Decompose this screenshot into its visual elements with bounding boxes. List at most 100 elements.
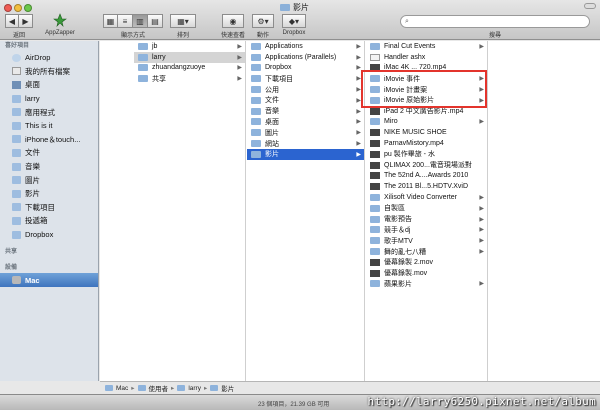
column-item[interactable]: 音樂 ▶ xyxy=(247,106,364,117)
column-item[interactable]: Handler ashx xyxy=(366,52,487,63)
column-item[interactable]: 公用 ▶ xyxy=(247,84,364,95)
column-item-label: 共享 xyxy=(152,75,166,83)
appzapper-label: AppZapper xyxy=(45,30,75,36)
path-segment[interactable]: 使用者 xyxy=(149,383,169,393)
movie-file-icon xyxy=(370,258,380,266)
sidebar-item[interactable]: 文件 xyxy=(0,146,98,160)
sidebar-item-label: 下載項目 xyxy=(25,202,55,212)
column-item[interactable]: ParnavMistory.mp4 xyxy=(366,138,487,149)
shared-header: 共享 xyxy=(5,249,18,256)
view-columns-button[interactable]: ▥ xyxy=(133,14,148,28)
column-item[interactable]: jb ▶ xyxy=(134,41,245,52)
column-item[interactable]: 圖片 ▶ xyxy=(247,127,364,138)
column-item[interactable]: 優幕錄製 2.mov xyxy=(366,257,487,268)
column-item[interactable]: 自製區 ▶ xyxy=(366,203,487,214)
column-item[interactable]: pu 製作畢旅 - 水 xyxy=(366,149,487,160)
folder-icon xyxy=(210,385,219,391)
sidebar-item-device[interactable]: Mac xyxy=(0,273,98,287)
column-item[interactable]: 蘋果影片 ▶ xyxy=(366,279,487,290)
column-item[interactable]: Dropbox ▶ xyxy=(247,63,364,74)
sidebar-item[interactable]: 影片 xyxy=(0,187,98,201)
sidebar-item[interactable]: iPhone＆touch... xyxy=(0,133,98,147)
quicklook-button[interactable]: ◉ xyxy=(222,14,244,28)
sidebar-item[interactable]: 圖片 xyxy=(0,173,98,187)
column-item[interactable]: 歌手MTV ▶ xyxy=(366,235,487,246)
column-item[interactable]: 電影預告 ▶ xyxy=(366,214,487,225)
zoom-window-button[interactable] xyxy=(24,4,32,12)
path-segment[interactable]: 影片 xyxy=(221,383,234,393)
dropbox-folder-icon xyxy=(12,216,21,225)
column-item[interactable]: Xilisoft Video Converter ▶ xyxy=(366,192,487,203)
action-control: ⚙▾ xyxy=(252,14,274,28)
column-item[interactable]: 桌面 ▶ xyxy=(247,117,364,128)
coverflow-view-icon: ▤ xyxy=(151,16,159,26)
minimize-window-button[interactable] xyxy=(14,4,22,12)
back-button[interactable]: ◀ xyxy=(5,14,19,28)
disclosure-arrow-icon: ▶ xyxy=(356,108,361,115)
column-item[interactable]: NIKE MUSIC SHOE xyxy=(366,127,487,138)
folder-icon xyxy=(280,4,290,11)
column-item[interactable]: 共享 ▶ xyxy=(134,73,245,84)
sidebar-item[interactable]: 我的所有檔案 xyxy=(0,65,98,79)
toolbar-toggle-button[interactable] xyxy=(584,3,596,9)
window-title: 影片 xyxy=(280,2,309,13)
column-item[interactable]: 網站 ▶ xyxy=(247,138,364,149)
column-item[interactable]: Miro ▶ xyxy=(366,117,487,128)
search-field[interactable]: ⌕ xyxy=(400,15,590,28)
arrange-button[interactable]: ▦▾ xyxy=(170,14,196,28)
view-icons-button[interactable]: ▦ xyxy=(103,14,118,28)
folder-icon xyxy=(251,140,261,148)
column-item[interactable]: 舞的亂七八糟 ▶ xyxy=(366,246,487,257)
column-item[interactable]: 文件 ▶ xyxy=(247,95,364,106)
search-input[interactable] xyxy=(411,18,572,25)
documents-icon xyxy=(12,148,21,157)
path-segment[interactable]: larry xyxy=(188,385,201,392)
folder-icon xyxy=(370,237,380,245)
close-window-button[interactable] xyxy=(4,4,12,12)
column-item-label: QLIMAX 200...電音現場派對 xyxy=(384,162,472,170)
column-item-label: 文件 xyxy=(265,97,279,105)
dropbox-control: ◆▾ xyxy=(282,14,306,28)
sidebar-item[interactable]: Dropbox xyxy=(0,228,98,242)
disclosure-arrow-icon: ▶ xyxy=(479,238,484,245)
view-list-button[interactable]: ≡ xyxy=(118,14,133,28)
appzapper-icon[interactable] xyxy=(53,13,67,27)
column-item[interactable]: zhuandangzuoye ▶ xyxy=(134,63,245,74)
column-item[interactable]: Final Cut Events ▶ xyxy=(366,41,487,52)
sidebar-item[interactable]: This is it xyxy=(0,119,98,133)
column-item-label: Xilisoft Video Converter xyxy=(384,194,458,202)
sidebar-item[interactable]: 下載項目 xyxy=(0,201,98,215)
column-item-label: 自製區 xyxy=(384,205,405,213)
sidebar-item[interactable]: 應用程式 xyxy=(0,105,98,119)
sidebar-item[interactable]: 音樂 xyxy=(0,160,98,174)
music-icon xyxy=(12,162,21,171)
column-item[interactable]: larry ▶ xyxy=(134,51,245,63)
sidebar-item[interactable]: 桌面 xyxy=(0,78,98,92)
column-item[interactable]: 優幕錄製.mov xyxy=(366,268,487,279)
column-item[interactable]: Applications (Parallels) ▶ xyxy=(247,52,364,63)
dropbox-button[interactable]: ◆▾ xyxy=(282,14,306,28)
column-item[interactable]: 影片 ▶ xyxy=(247,148,364,160)
action-button[interactable]: ⚙▾ xyxy=(252,14,274,28)
column-item[interactable]: The 52nd A....Awards 2010 xyxy=(366,171,487,182)
folder-icon xyxy=(251,42,261,50)
path-segment[interactable]: Mac xyxy=(116,385,128,392)
column-item[interactable]: 下載項目 ▶ xyxy=(247,73,364,84)
column-item[interactable]: QLIMAX 200...電音現場派對 xyxy=(366,160,487,171)
column-item-label: 下載項目 xyxy=(265,75,293,83)
arrange-label: 排列 xyxy=(176,33,189,39)
back-arrow-icon: ◀ xyxy=(8,16,16,26)
sidebar-item[interactable]: AirDrop xyxy=(0,51,98,65)
eye-icon: ◉ xyxy=(229,16,237,26)
sidebar-item[interactable]: 投遞箱 xyxy=(0,214,98,228)
forward-button[interactable]: ▶ xyxy=(19,14,33,28)
view-coverflow-button[interactable]: ▤ xyxy=(148,14,163,28)
column-item-label: The 52nd A....Awards 2010 xyxy=(384,172,469,180)
sidebar-item[interactable]: larry xyxy=(0,92,98,106)
devices-list: Mac xyxy=(0,273,98,287)
column-item[interactable]: The 2011 Bl...5.HDTV.XviD xyxy=(366,181,487,192)
disclosure-arrow-icon: ▶ xyxy=(479,281,484,288)
disclosure-arrow-icon: ▶ xyxy=(356,119,361,126)
column-item[interactable]: Applications ▶ xyxy=(247,41,364,52)
column-item[interactable]: 競手＆dj ▶ xyxy=(366,225,487,236)
